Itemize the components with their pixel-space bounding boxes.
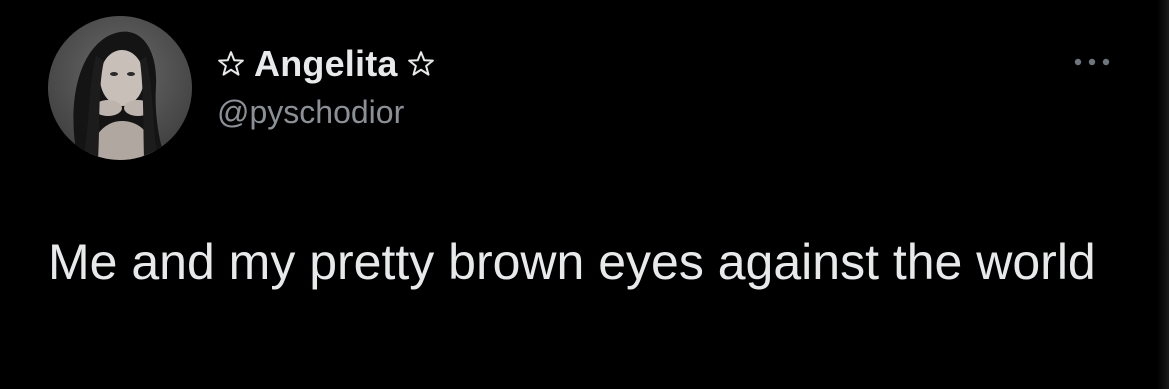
avatar-image xyxy=(48,16,192,160)
more-options-button[interactable] xyxy=(1064,44,1120,80)
scroll-edge xyxy=(1157,0,1169,389)
star-outline-icon xyxy=(216,49,246,79)
star-outline-icon xyxy=(406,49,436,79)
more-horizontal-icon xyxy=(1074,58,1110,66)
avatar[interactable] xyxy=(48,16,192,160)
author-handle[interactable]: @pyschodior xyxy=(217,94,404,131)
author-display-name[interactable]: Angelita xyxy=(254,43,398,85)
tweet-text: Me and my pretty brown eyes against the … xyxy=(48,234,1096,290)
tweet-card: Angelita @pyschodior Me and my pretty br… xyxy=(0,0,1169,389)
author-name-row[interactable]: Angelita xyxy=(216,40,436,88)
